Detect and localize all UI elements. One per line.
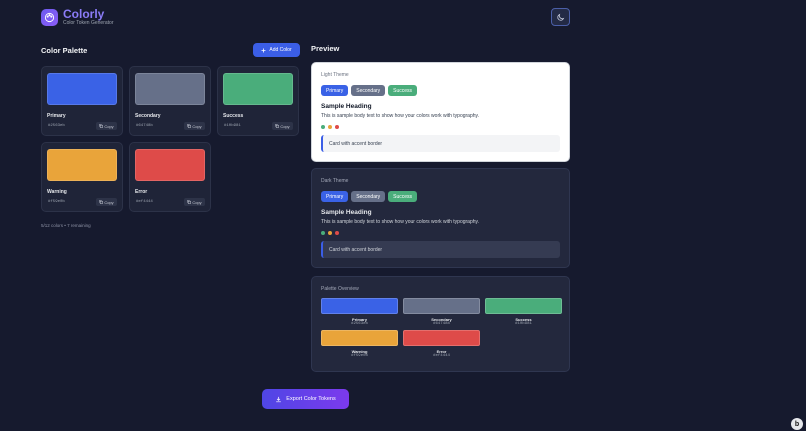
error-dot bbox=[335, 125, 339, 129]
light-theme-label: Light Theme bbox=[321, 72, 349, 78]
copy-button[interactable]: Copy bbox=[272, 122, 293, 130]
accent-card: Card with accent border bbox=[321, 241, 560, 258]
export-tokens-button[interactable]: Export Color Tokens bbox=[262, 389, 349, 409]
overview-color-bar bbox=[485, 298, 562, 314]
copy-button[interactable]: Copy bbox=[96, 198, 117, 206]
swatch-card-warning[interactable]: Warning #f59e0b Copy bbox=[41, 142, 123, 212]
download-icon bbox=[276, 396, 282, 402]
swatch-hex: #f59e0b bbox=[48, 200, 65, 204]
overview-color-bar bbox=[403, 298, 480, 314]
add-color-button[interactable]: Add Color bbox=[253, 43, 300, 57]
accent-card: Card with accent border bbox=[321, 135, 560, 152]
swatch-card-secondary[interactable]: Secondary #64748b Copy bbox=[129, 66, 211, 136]
warning-dot bbox=[328, 231, 332, 235]
overview-hex: #ef4444 bbox=[433, 354, 450, 358]
app-subtitle: Color Token Generator bbox=[63, 20, 114, 26]
copy-label: Copy bbox=[104, 123, 114, 129]
swatch-card-error[interactable]: Error #ef4444 Copy bbox=[129, 142, 211, 212]
copy-icon bbox=[187, 200, 192, 204]
overview-hex: #2563eb bbox=[351, 322, 368, 326]
preview-success-button[interactable]: Success bbox=[388, 191, 418, 202]
preview-secondary-button[interactable]: Secondary bbox=[351, 85, 386, 96]
overview-hex: #64748b bbox=[433, 322, 450, 326]
copy-button[interactable]: Copy bbox=[184, 122, 205, 130]
sample-body: This is sample body text to show how you… bbox=[321, 219, 480, 225]
swatch-grid: Primary #2563eb Copy Secondary #64748b C… bbox=[41, 66, 300, 212]
overview-color-bar bbox=[321, 330, 398, 346]
overview-color-bar bbox=[321, 298, 398, 314]
overview-item-success: Success #10b981 bbox=[485, 298, 562, 326]
overview-item-warning: Warning #f59e0b bbox=[321, 330, 398, 358]
success-dot bbox=[321, 125, 325, 129]
sample-heading: Sample Heading bbox=[321, 103, 372, 110]
overview-hex: #10b981 bbox=[515, 322, 532, 326]
overview-item-secondary: Secondary #64748b bbox=[403, 298, 480, 326]
overview-color-bar bbox=[403, 330, 480, 346]
copy-label: Copy bbox=[280, 123, 290, 129]
palette-overview-label: Palette Overview bbox=[321, 286, 359, 292]
swatch-color[interactable] bbox=[47, 149, 117, 181]
swatch-hex: #64748b bbox=[136, 124, 153, 128]
preview-primary-button[interactable]: Primary bbox=[321, 85, 349, 96]
copy-label: Copy bbox=[104, 199, 114, 205]
moon-icon bbox=[557, 13, 565, 21]
copy-button[interactable]: Copy bbox=[96, 122, 117, 130]
plus-icon bbox=[261, 48, 266, 52]
swatch-hex: #10b981 bbox=[224, 124, 241, 128]
palette-icon bbox=[41, 9, 58, 26]
copy-icon bbox=[99, 124, 104, 128]
palette-title: Color Palette bbox=[41, 46, 88, 55]
status-dots bbox=[321, 231, 560, 235]
preview-primary-button[interactable]: Primary bbox=[321, 191, 349, 202]
error-dot bbox=[335, 231, 339, 235]
preview-success-button[interactable]: Success bbox=[388, 85, 418, 96]
overview-hex: #f59e0b bbox=[351, 354, 368, 358]
preview-title: Preview bbox=[311, 44, 340, 53]
export-label: Export Color Tokens bbox=[286, 396, 336, 402]
dark-theme-preview: Dark Theme Primary Secondary Success Sam… bbox=[311, 168, 570, 268]
add-color-label: Add Color bbox=[269, 47, 292, 53]
swatch-color[interactable] bbox=[47, 73, 117, 105]
swatch-name: Secondary bbox=[135, 113, 161, 119]
success-dot bbox=[321, 231, 325, 235]
sample-heading: Sample Heading bbox=[321, 209, 372, 216]
copy-icon bbox=[99, 200, 104, 204]
copy-icon bbox=[187, 124, 192, 128]
app-header: Colorly Color Token Generator bbox=[41, 8, 114, 27]
swatch-name: Warning bbox=[47, 189, 67, 195]
overview-item-primary: Primary #2563eb bbox=[321, 298, 398, 326]
dark-theme-label: Dark Theme bbox=[321, 178, 349, 184]
preview-secondary-button[interactable]: Secondary bbox=[351, 191, 386, 202]
swatch-card-primary[interactable]: Primary #2563eb Copy bbox=[41, 66, 123, 136]
swatch-name: Primary bbox=[47, 113, 66, 119]
copy-icon bbox=[275, 124, 280, 128]
copy-button[interactable]: Copy bbox=[184, 198, 205, 206]
overview-item-error: Error #ef4444 bbox=[403, 330, 480, 358]
swatch-card-success[interactable]: Success #10b981 Copy bbox=[217, 66, 299, 136]
theme-toggle-button[interactable] bbox=[551, 8, 570, 26]
swatch-color[interactable] bbox=[223, 73, 293, 105]
copy-label: Copy bbox=[192, 123, 202, 129]
palette-overview: Palette Overview Primary #2563eb Seconda… bbox=[311, 276, 570, 372]
light-theme-preview: Light Theme Primary Secondary Success Sa… bbox=[311, 62, 570, 162]
swatch-name: Success bbox=[223, 113, 244, 119]
corner-badge-icon[interactable]: b bbox=[791, 418, 803, 430]
status-dots bbox=[321, 125, 560, 129]
swatch-color[interactable] bbox=[135, 73, 205, 105]
swatch-name: Error bbox=[135, 189, 148, 195]
app-name: Colorly bbox=[63, 7, 105, 21]
swatch-hex: #ef4444 bbox=[136, 200, 153, 204]
swatch-hex: #2563eb bbox=[48, 124, 65, 128]
sample-body: This is sample body text to show how you… bbox=[321, 113, 480, 119]
swatch-color[interactable] bbox=[135, 149, 205, 181]
color-count: 5/12 colors • 7 remaining bbox=[41, 223, 91, 228]
copy-label: Copy bbox=[192, 199, 202, 205]
warning-dot bbox=[328, 125, 332, 129]
